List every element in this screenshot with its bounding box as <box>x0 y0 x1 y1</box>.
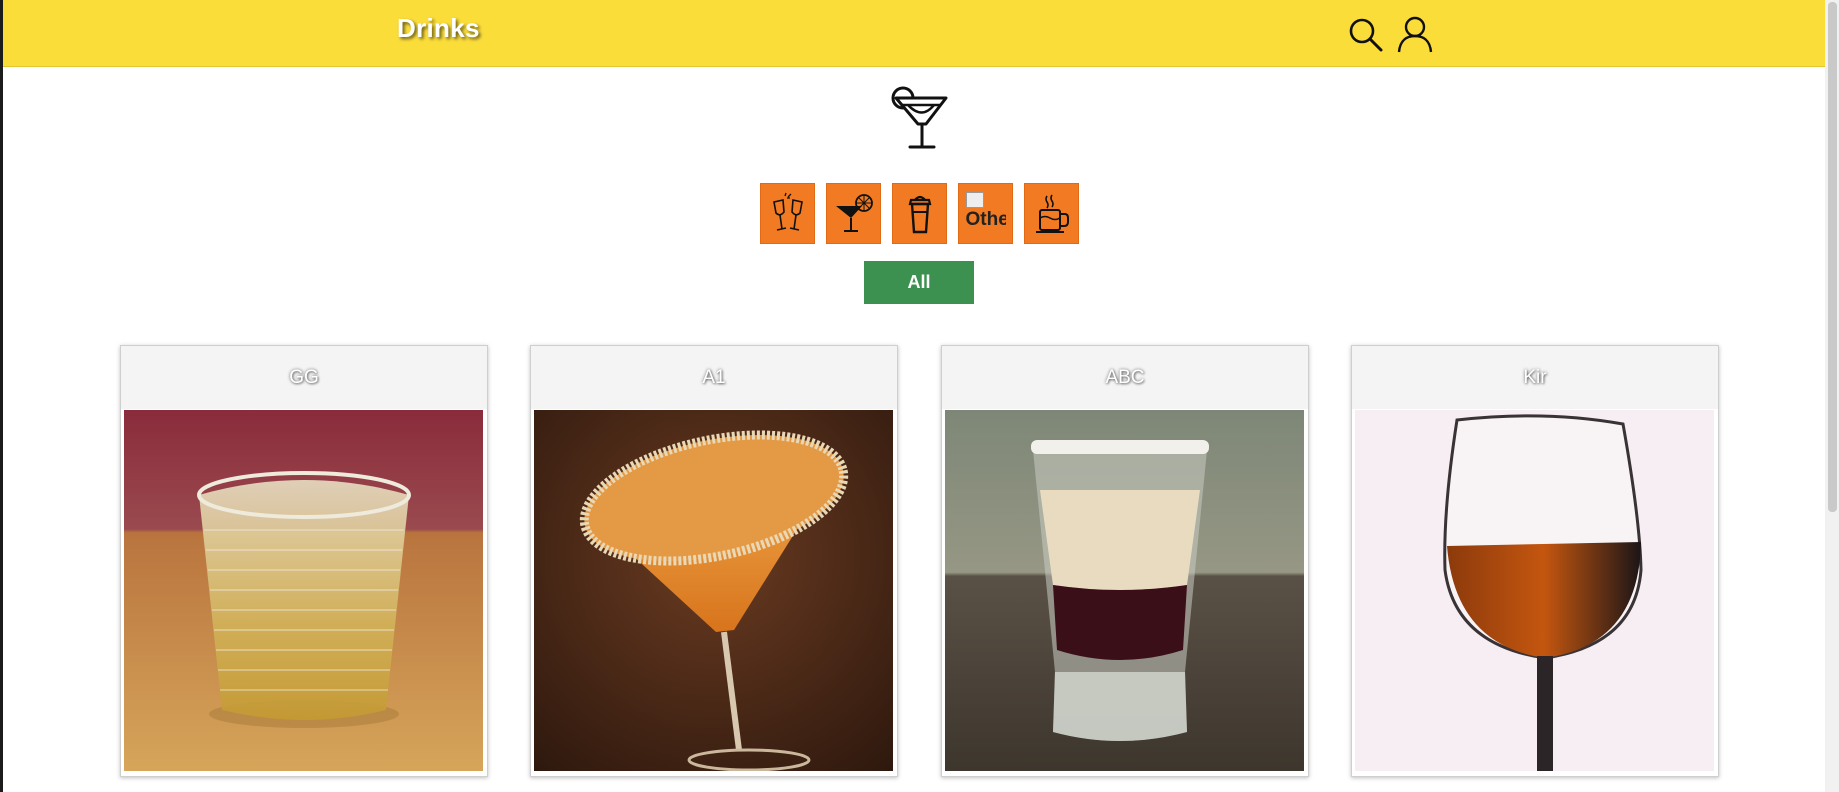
window-left-edge <box>0 0 3 792</box>
cocktail-lime-icon <box>835 193 873 232</box>
broken-image-icon: Othe <box>965 191 1006 236</box>
drink-card-title: ABC <box>942 346 1308 409</box>
drink-card-a1[interactable]: A1 <box>530 345 898 777</box>
drink-image-wine-glass <box>1355 410 1714 771</box>
drink-image-glass-tumbler <box>124 410 483 771</box>
drink-image-layered-shot <box>945 410 1304 771</box>
drink-image-martini <box>534 410 893 771</box>
drink-card-title: Kir <box>1352 346 1718 409</box>
brand-title[interactable]: Drinks <box>397 13 480 44</box>
champagne-toast-icon <box>772 192 803 231</box>
user-icon[interactable] <box>1395 14 1435 54</box>
category-other-button[interactable]: Othe <box>958 183 1013 244</box>
category-cocktail-button[interactable] <box>826 183 881 244</box>
all-filter-button[interactable]: All <box>864 261 974 304</box>
drink-card-title: A1 <box>531 346 897 409</box>
vertical-scrollbar[interactable] <box>1825 0 1839 792</box>
drink-card-abc[interactable]: ABC <box>941 345 1309 777</box>
category-champagne-button[interactable] <box>760 183 815 244</box>
drink-card-title: GG <box>121 346 487 409</box>
top-navbar: Drinks <box>3 0 1825 67</box>
margarita-glass-icon <box>888 82 954 152</box>
category-hot-drink-button[interactable] <box>1024 183 1079 244</box>
category-shake-button[interactable] <box>892 183 947 244</box>
shaker-cup-icon <box>908 195 931 233</box>
drink-card-kir[interactable]: Kir <box>1351 345 1719 777</box>
scrollbar-thumb[interactable] <box>1828 2 1837 512</box>
search-icon[interactable] <box>1345 14 1385 54</box>
drink-card-gg[interactable]: GG <box>120 345 488 777</box>
hot-drink-mug-icon <box>1035 194 1069 233</box>
category-other-alt-text: Othe <box>965 208 1006 230</box>
